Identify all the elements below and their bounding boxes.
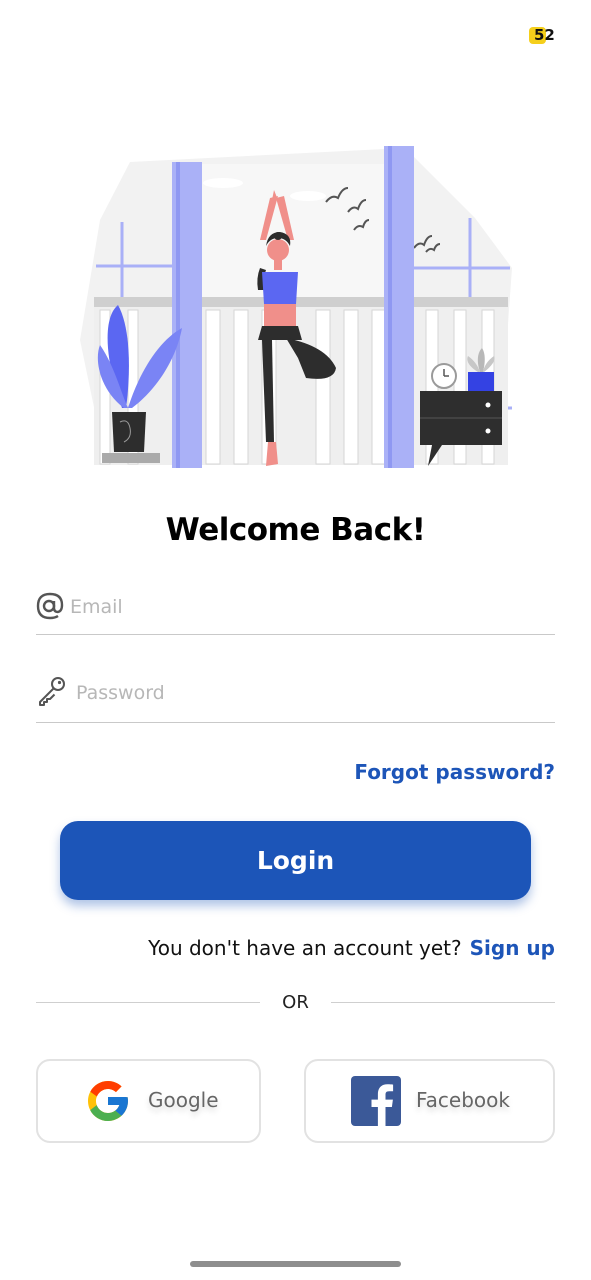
signup-row: You don't have an account yet? Sign up bbox=[148, 936, 555, 960]
password-field[interactable] bbox=[36, 668, 555, 723]
signup-link[interactable]: Sign up bbox=[470, 936, 555, 960]
facebook-logo-icon bbox=[351, 1076, 401, 1126]
facebook-label: Facebook bbox=[416, 1088, 510, 1112]
google-logo-icon bbox=[84, 1077, 132, 1125]
notification-count: 52 bbox=[534, 26, 555, 44]
divider-left bbox=[36, 1002, 260, 1003]
email-field[interactable] bbox=[36, 584, 555, 635]
facebook-login-button[interactable]: Facebook bbox=[304, 1059, 555, 1143]
google-login-button[interactable]: Google bbox=[36, 1059, 261, 1143]
hero-illustration bbox=[80, 140, 512, 472]
at-icon bbox=[36, 590, 66, 620]
page-title: Welcome Back! bbox=[165, 512, 426, 548]
password-input[interactable] bbox=[74, 676, 548, 710]
forgot-password-link[interactable]: Forgot password? bbox=[354, 760, 555, 784]
email-input[interactable] bbox=[68, 590, 542, 624]
notification-badge: 52 bbox=[529, 26, 555, 44]
login-button[interactable]: Login bbox=[60, 821, 531, 900]
signup-prompt: You don't have an account yet? bbox=[148, 936, 462, 960]
divider-right bbox=[331, 1002, 555, 1003]
home-indicator[interactable] bbox=[190, 1261, 401, 1267]
google-label: Google bbox=[148, 1088, 219, 1112]
or-label: OR bbox=[282, 992, 309, 1013]
key-icon bbox=[36, 674, 66, 706]
